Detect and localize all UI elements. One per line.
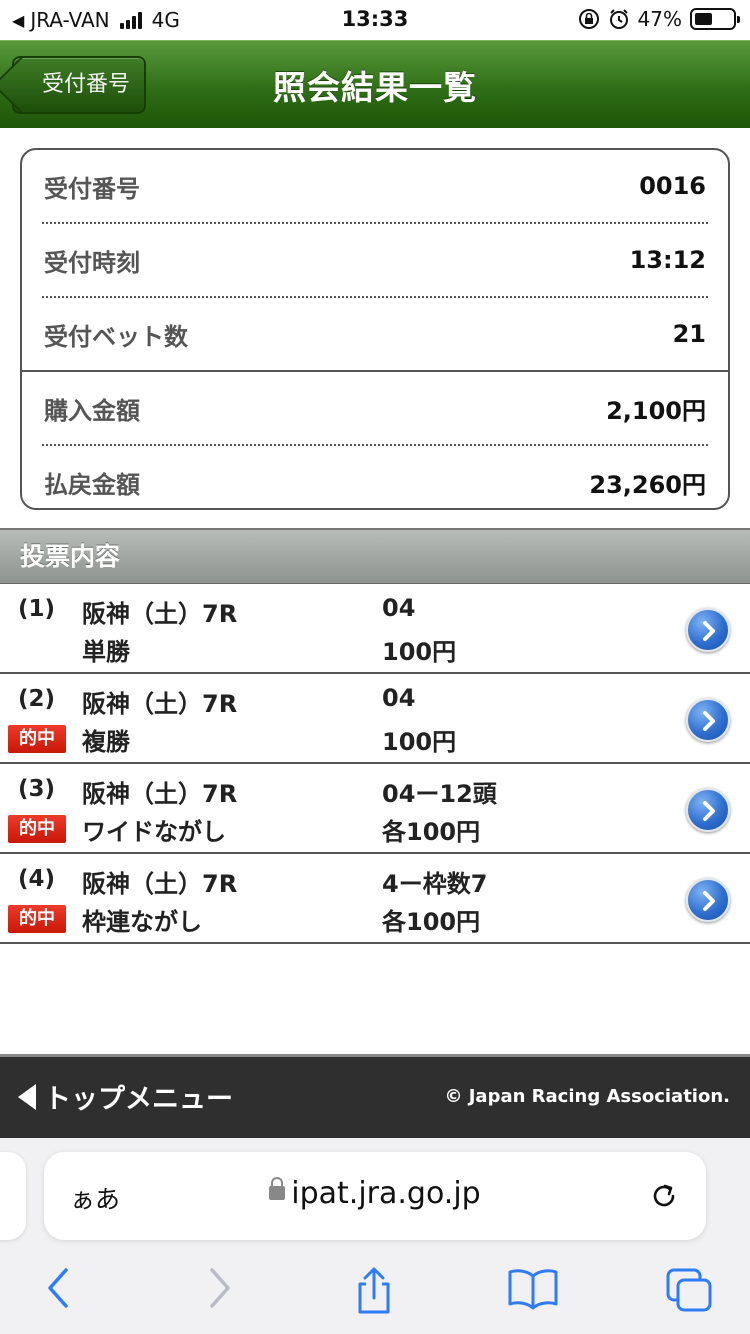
bet-row[interactable]: (1) 阪神（土）7R 単勝 04 100円 [0,584,750,674]
bet-row[interactable]: (4) 的中 阪神（土）7R 枠連ながし 4ー枠数7 各100円 [0,854,750,944]
forward-icon[interactable] [204,1266,236,1310]
bet-type: 複勝 [82,728,130,756]
address-bar[interactable]: ぁあ ipat.jra.go.jp [44,1152,706,1240]
alarm-icon [609,9,628,29]
hit-badge: 的中 [8,905,66,933]
url-text: ipat.jra.go.jp [291,1176,481,1211]
bet-race: 阪神（土）7R [82,870,238,898]
app-header: 受付番号 照会結果一覧 [0,40,750,128]
previous-tab-preview[interactable] [0,1152,26,1240]
summary-value: 0016 [639,172,706,200]
bet-amount: 各100円 [382,908,481,936]
status-right: 47% [578,7,740,31]
top-menu-label: トップメニュー [44,1084,233,1115]
summary-label: 受付時刻 [44,248,140,277]
chevron-right-circle-icon[interactable] [686,698,730,742]
back-icon[interactable] [42,1266,74,1310]
summary-value: 23,260円 [589,470,706,499]
bet-race: 阪神（土）7R [82,780,238,808]
summary-row-bet-count: 受付ベット数 21 [22,298,728,370]
chevron-right-circle-icon[interactable] [686,878,730,922]
bet-amount: 100円 [382,638,457,666]
summary-row-receipt-time: 受付時刻 13:12 [22,224,728,296]
lock-icon [269,1176,286,1200]
bet-selection: 4ー枠数7 [382,870,488,898]
summary-card: 受付番号 0016 受付時刻 13:12 受付ベット数 21 購入金額 2,10… [20,148,730,510]
hit-badge: 的中 [8,725,66,753]
section-header: 投票内容 [0,528,750,584]
bet-number: (3) [18,776,56,802]
bet-selection: 04 [382,684,416,712]
url-display[interactable]: ipat.jra.go.jp [44,1176,706,1211]
summary-value: 2,100円 [606,396,706,425]
bet-number: (4) [18,866,56,892]
bet-race: 阪神（土）7R [82,690,238,718]
tabs-icon[interactable] [664,1266,716,1314]
bet-type: 枠連ながし [82,908,202,936]
summary-row-purchase-amount: 購入金額 2,100円 [22,372,728,444]
bet-row[interactable]: (2) 的中 阪神（土）7R 複勝 04 100円 [0,674,750,764]
summary-label: 払戻金額 [44,470,140,499]
bet-number: (2) [18,686,56,712]
battery-percent: 47% [637,7,682,31]
summary-row-payout-amount: 払戻金額 23,260円 [22,446,728,508]
copyright-text: © Japan Racing Association. [444,1086,730,1107]
bet-number: (1) [18,596,56,622]
summary-label: 受付ベット数 [44,322,188,351]
bet-selection: 04 [382,594,416,622]
browser-chrome: ぁあ ipat.jra.go.jp [0,1138,750,1334]
bet-row[interactable]: (3) 的中 阪神（土）7R ワイドながし 04ー12頭 各100円 [0,764,750,854]
bet-list: (1) 阪神（土）7R 単勝 04 100円 (2) 的中 阪神（土）7R 複勝… [0,584,750,944]
bet-selection: 04ー12頭 [382,780,497,808]
summary-label: 購入金額 [44,396,140,425]
reload-icon[interactable] [648,1180,680,1212]
battery-icon [690,8,740,30]
orientation-lock-icon [578,9,599,29]
summary-label: 受付番号 [44,174,140,203]
bet-type: ワイドながし [82,818,226,846]
bookmarks-icon[interactable] [506,1266,560,1310]
back-arrow-icon [18,1083,36,1110]
hit-badge: 的中 [8,815,66,843]
summary-value: 21 [672,320,706,348]
summary-row-receipt-number: 受付番号 0016 [22,150,728,222]
summary-value: 13:12 [629,246,706,274]
page-footer: トップメニュー © Japan Racing Association. [0,1054,750,1138]
status-bar: ◀ JRA-VAN 4G 13:33 47% [0,0,750,40]
bet-amount: 各100円 [382,818,481,846]
page-title: 照会結果一覧 [273,68,477,107]
share-icon[interactable] [352,1266,396,1316]
top-menu-link[interactable]: トップメニュー [18,1077,233,1116]
bet-type: 単勝 [82,638,130,666]
bet-amount: 100円 [382,728,457,756]
chevron-right-circle-icon[interactable] [686,608,730,652]
chevron-right-circle-icon[interactable] [686,788,730,832]
bet-race: 阪神（土）7R [82,600,238,628]
browser-toolbar [0,1266,750,1318]
